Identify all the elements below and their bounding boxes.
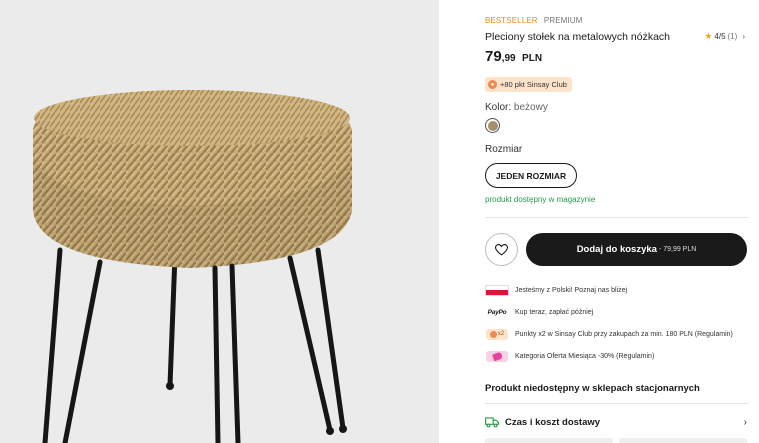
club-x2-icon: x2 [485, 328, 509, 340]
info-row-paypo[interactable]: PayPo Kup teraz, zapłać później [485, 305, 594, 319]
wicker-stool-photo [33, 90, 352, 443]
bottom-card [619, 438, 747, 443]
delivery-label: Czas i koszt dostawy [505, 416, 601, 428]
info-text: Kup teraz, zapłać później [515, 308, 594, 316]
size-option-button[interactable]: JEDEN ROZMIAR [485, 163, 577, 188]
info-text: Punkty x2 w Sinsay Club przy zakupach za… [515, 330, 733, 338]
price-currency: PLN [522, 53, 543, 64]
color-info: Kolor: beżowy [485, 102, 548, 113]
store-availability: Produkt niedostępny w sklepach stacjonar… [485, 383, 700, 394]
stock-availability: produkt dostępny w magazynie [485, 195, 596, 204]
info-row-polish-brand[interactable]: Jesteśmy z Polski! Poznaj nas bliżej [485, 283, 627, 297]
truck-icon [485, 417, 499, 428]
color-label: Kolor: [485, 102, 512, 113]
star-icon: ★ [704, 31, 713, 41]
info-text: Jesteśmy z Polski! Poznaj nas bliżej [515, 286, 628, 294]
club-points-icon: ● [488, 80, 497, 89]
delivery-info-link[interactable]: Czas i koszt dostawy › [485, 414, 747, 430]
chevron-right-icon: › [742, 32, 745, 41]
product-tags: BESTSELLER PREMIUM [485, 16, 582, 25]
add-to-cart-price: - 79,99 PLN [658, 246, 697, 253]
sinsay-club-badge: ● +80 pkt Sinsay Club [485, 77, 572, 92]
paypo-logo: PayPo [485, 306, 509, 318]
info-row-promo[interactable]: Kategoria Oferta Miesiąca -30% (Regulami… [485, 349, 654, 363]
chevron-right-icon: › [743, 416, 747, 428]
paypo-logo-text: PayPo [487, 308, 507, 316]
divider [485, 403, 749, 404]
info-text: Kategoria Oferta Miesiąca -30% (Regulami… [515, 352, 655, 360]
bestseller-tag: BESTSELLER [485, 16, 538, 25]
divider [485, 217, 749, 218]
heart-icon [495, 243, 508, 256]
add-to-cart-label: Dodaj do koszyka [576, 244, 657, 255]
x2-badge-text: x2 [497, 331, 505, 337]
size-label: Rozmiar [485, 144, 523, 155]
poland-flag-icon [485, 284, 509, 296]
add-to-cart-button[interactable]: Dodaj do koszyka - 79,99 PLN [526, 233, 747, 266]
product-image[interactable] [0, 0, 439, 443]
color-value: beżowy [513, 102, 548, 113]
rating-count: (1) [727, 32, 738, 41]
bottom-card [485, 438, 613, 443]
color-swatch-beige[interactable] [485, 118, 500, 133]
product-details-panel: BESTSELLER PREMIUM Pleciony stołek na me… [485, 0, 749, 443]
promo-tag-icon [485, 350, 509, 362]
info-row-club-x2[interactable]: x2 Punkty x2 w Sinsay Club przy zakupach… [485, 327, 733, 341]
club-badge-text: +80 pkt Sinsay Club [500, 80, 567, 89]
wishlist-button[interactable] [485, 233, 518, 266]
product-title: Pleciony stołek na metalowych nóżkach [485, 31, 671, 43]
product-price: 79,99 PLN [485, 48, 542, 66]
premium-tag: PREMIUM [543, 16, 583, 25]
price-integer: 79 [485, 48, 502, 65]
price-decimal: ,99 [501, 53, 516, 64]
rating-value: 4/5 [714, 32, 726, 41]
rating-summary[interactable]: ★ 4/5 (1) › [704, 31, 745, 42]
